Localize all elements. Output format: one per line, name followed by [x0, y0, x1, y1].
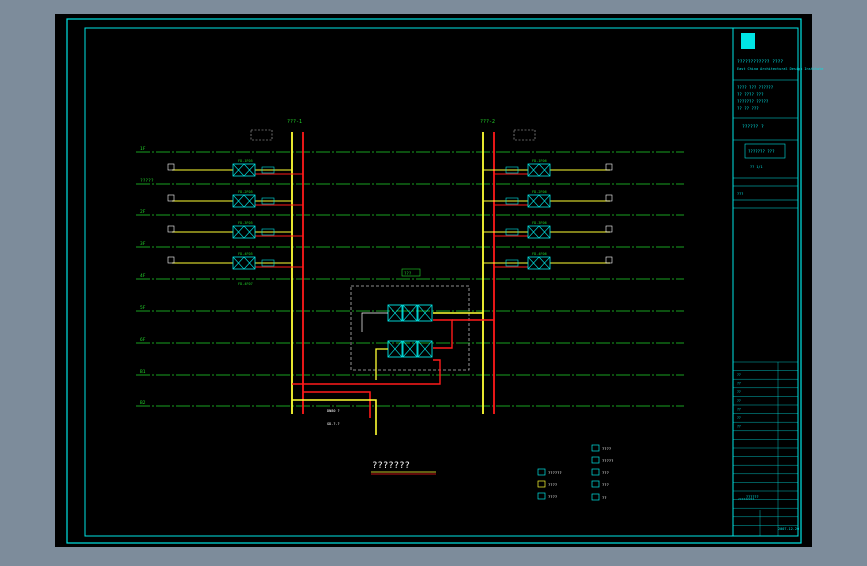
equipment-tag-left: FD-3F05 [238, 221, 253, 225]
legend-label: ?? [602, 495, 607, 500]
level-label: B2 [140, 400, 146, 406]
level-label: B1 [140, 369, 146, 375]
revision-row-label: ?? [737, 390, 741, 394]
equipment-tag-right: FD-4F06 [532, 252, 547, 256]
company-logo [741, 33, 755, 49]
equipment-tag-left: FD-4F05 [238, 252, 253, 256]
pipe-note-2: GD-?-? [327, 422, 340, 426]
equipment-tag-left: FD-2F05 [238, 190, 253, 194]
scale-label: ??? [737, 192, 743, 196]
level-label: 3F [140, 241, 146, 247]
plant-tag: ??? [404, 271, 412, 276]
level-label: 1F [140, 146, 146, 152]
drawing-date: 2007.12.20 [778, 527, 799, 531]
note-3: ??????? ????? [737, 99, 769, 104]
level-label: 4F [140, 273, 146, 279]
drawing-title: ??????? ??? [748, 149, 775, 154]
pipe-note: DN80 ? [327, 409, 340, 413]
riser-left-label: ???-1 [287, 119, 302, 125]
level-label: 5F [140, 305, 146, 311]
revision-row-label: ?? [737, 373, 741, 377]
drawing-sheet [55, 14, 812, 547]
equipment-tag-right: FD-2F06 [532, 190, 547, 194]
riser-right-label: ???-2 [480, 119, 495, 125]
level-label: 2F [140, 209, 146, 215]
legend-label: ?????? [548, 470, 562, 475]
legend-label: ????? [602, 458, 613, 463]
legend-label: ???? [548, 494, 557, 499]
cad-viewport: ???????????? ???? East China Architectur… [0, 0, 867, 562]
equipment-tag-right: FD-3F06 [532, 221, 547, 225]
drawing-name: ?????? ? [742, 124, 764, 130]
legend-label: ???? [602, 446, 611, 451]
equipment-tag-left: FD-1F05 [238, 159, 253, 163]
legend-label: ??? [602, 470, 609, 475]
equipment-tag-right: FD-1F06 [532, 159, 547, 163]
company-name: ???????????? ???? [737, 59, 783, 65]
note-1: ???? ??? ?????? [737, 85, 774, 90]
note-2: ?? ???? ??? [737, 92, 764, 97]
revision-row-label: ?? [737, 399, 741, 403]
stamp-text: ????????? [738, 497, 754, 501]
drawing-title-main: ??????? [372, 461, 410, 471]
sheet-number: ?? 1/1 [750, 165, 763, 169]
legend-label: ??? [602, 482, 609, 487]
revision-row-label: ?? [737, 425, 741, 429]
revision-row-label: ?? [737, 407, 741, 411]
level-label: ????? [140, 178, 154, 184]
equipment-tag-left: FD-4F07 [238, 282, 253, 286]
company-name-en: East China Architectural Design Institut… [737, 67, 823, 71]
revision-row-label: ?? [737, 382, 741, 386]
drawing-canvas: ???????????? ???? East China Architectur… [55, 14, 823, 547]
legend-label: ???? [548, 482, 557, 487]
level-label: 6F [140, 337, 146, 343]
note-4: ?? ?? ??? [737, 106, 759, 111]
revision-row-label: ?? [737, 416, 741, 420]
